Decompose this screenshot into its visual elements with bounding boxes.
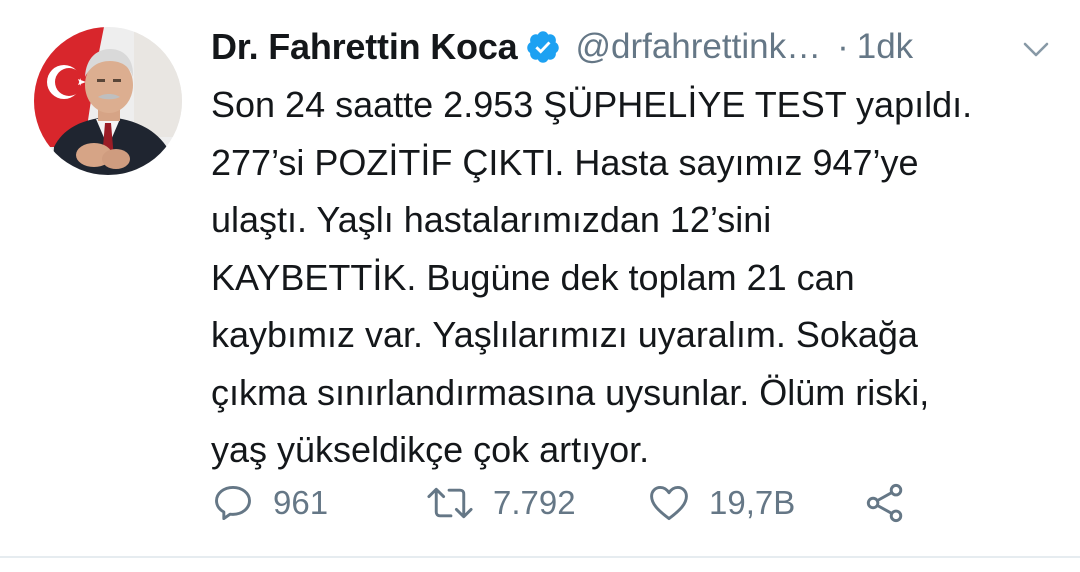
tweet-text-line: çıkma sınırlandırmasına uysunlar. Ölüm r… — [211, 371, 930, 413]
tweet-text-line: 277’si POZİTİF ÇIKTI. Hasta sayımız 947’… — [211, 141, 919, 183]
reply-icon — [215, 485, 251, 521]
like-count: 19,7B — [709, 484, 796, 521]
retweet-button[interactable]: 7.792 — [425, 478, 576, 528]
tweet-text-line: Son 24 saatte 2.953 ŞÜPHELİYE TEST yapıl… — [211, 84, 973, 125]
reply-count: 961 — [273, 484, 329, 521]
profile-avatar — [34, 27, 182, 175]
like-button[interactable]: 19,7B — [647, 478, 795, 528]
verified-badge-icon — [525, 29, 561, 65]
share-icon — [866, 483, 903, 523]
tweet-text-line: yaş yükseldikçe çok artıyor. — [211, 429, 650, 470]
handle-ellipsis: … — [786, 27, 822, 66]
tweet-text-line: ulaştı. Yaşlı hastalarımızdan 12’sini — [211, 199, 772, 240]
retweet-count: 7.792 — [493, 484, 576, 521]
separator-dot: · — [837, 27, 849, 66]
tweet-timestamp[interactable]: 1dk — [857, 27, 913, 67]
chevron-down-icon[interactable] — [1021, 34, 1051, 64]
share-button[interactable] — [863, 478, 907, 528]
reply-button[interactable]: 961 — [211, 478, 328, 528]
tweet[interactable]: Dr. Fahrettin Koca @drfahrettink… · 1dk … — [0, 0, 1080, 558]
tweet-text: Son 24 saatte 2.953 ŞÜPHELİYE TEST yapıl… — [211, 76, 1051, 479]
author-display-name[interactable]: Dr. Fahrettin Koca — [211, 26, 518, 68]
author-handle[interactable]: @drfahrettink — [575, 27, 786, 67]
avatar[interactable] — [34, 27, 182, 175]
tweet-actions: 961 7.792 19,7B — [211, 478, 931, 528]
tweet-header: Dr. Fahrettin Koca @drfahrettink… · 1dk — [211, 22, 1051, 72]
retweet-icon — [427, 487, 473, 519]
tweet-text-line: KAYBETTİK. Bugüne dek toplam 21 can — [211, 256, 855, 298]
tweet-text-line: kaybımız var. Yaşlılarımızı uyaralım. So… — [211, 314, 918, 355]
heart-icon — [650, 485, 688, 521]
